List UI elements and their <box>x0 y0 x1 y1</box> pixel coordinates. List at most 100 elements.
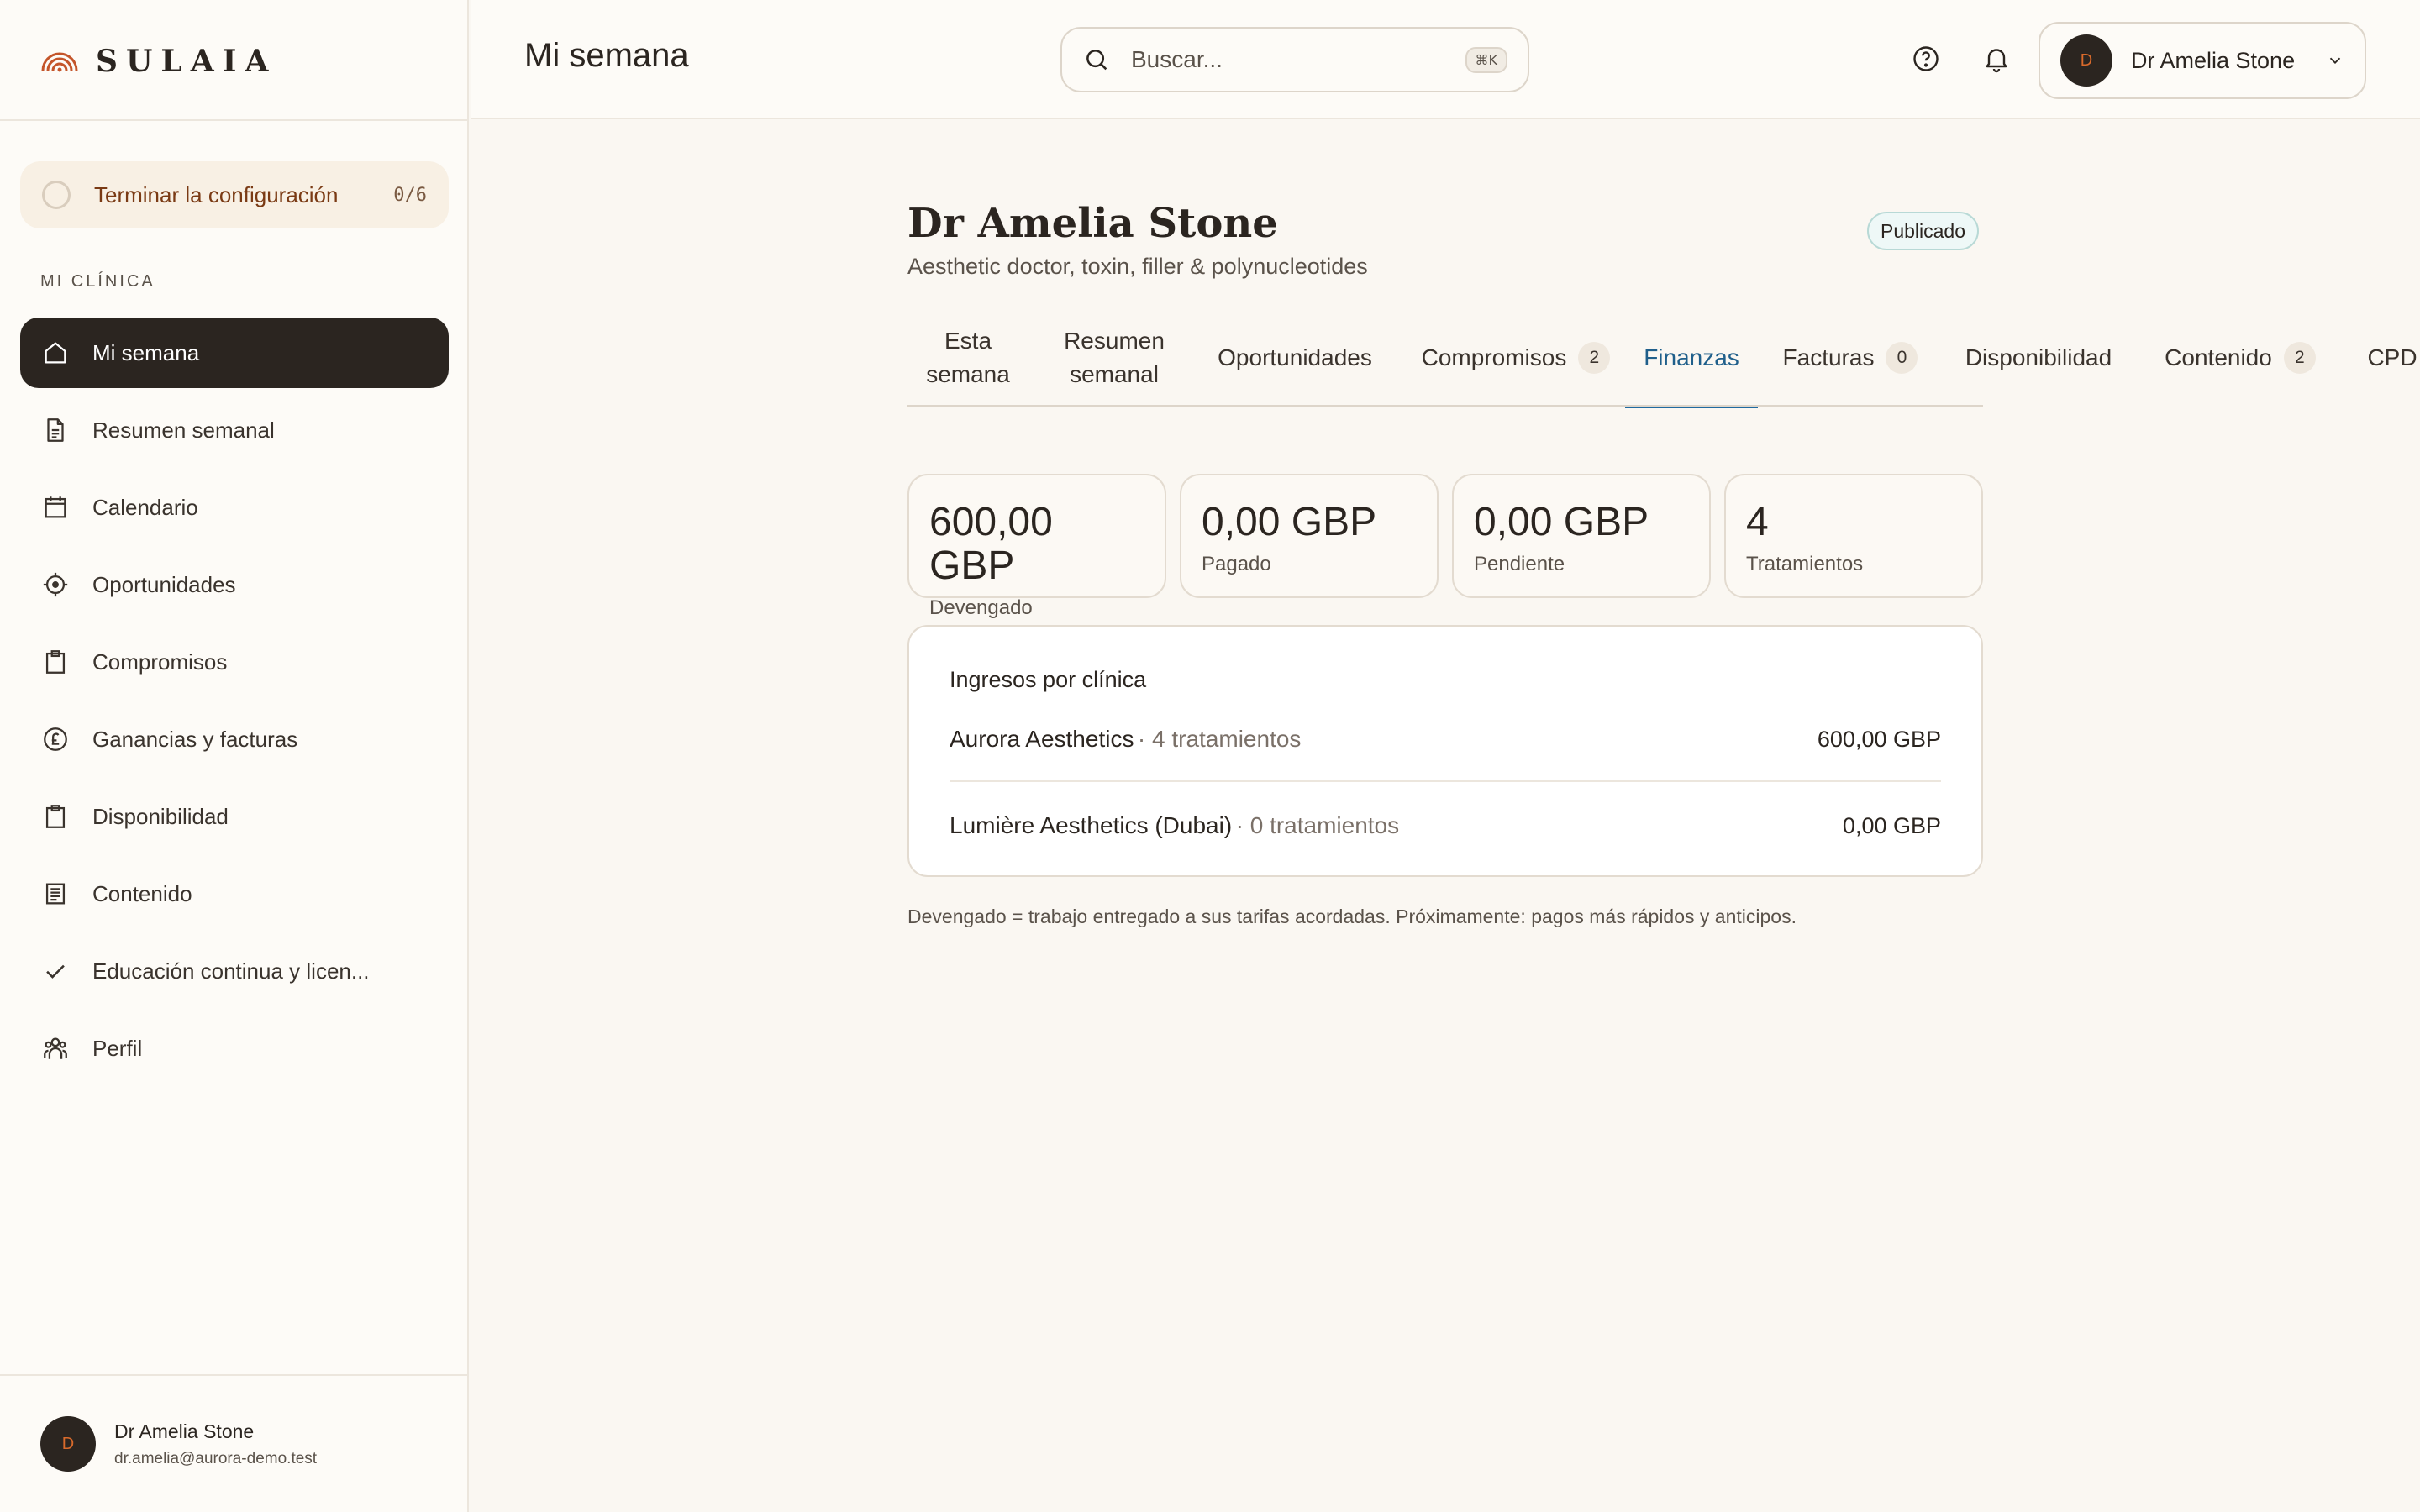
tab-label: Compromisos <box>1421 344 1567 370</box>
tab-label: Oportunidades <box>1218 344 1372 370</box>
clinic-name: Aurora Aesthetics <box>950 726 1134 752</box>
profile-subtitle: Aesthetic doctor, toxin, filler & polynu… <box>908 254 1368 279</box>
tab-compromisos[interactable]: Compromisos 2 <box>1407 309 1625 407</box>
check-icon <box>40 956 71 986</box>
newspaper-icon <box>40 879 71 909</box>
tab-facturas[interactable]: Facturas 0 <box>1763 309 1938 407</box>
sidebar-item-compromisos[interactable]: Compromisos <box>20 627 449 697</box>
stat-card-devengado: 600,00 GBP Devengado <box>908 474 1166 619</box>
pound-icon <box>40 724 71 754</box>
stat-card-pagado: 0,00 GBP Pagado <box>1180 474 1439 598</box>
tab-label: CPD <box>2367 344 2417 370</box>
status-badge: Publicado <box>1867 212 1980 250</box>
tabs-divider <box>908 405 1983 407</box>
calendar-icon <box>40 492 71 522</box>
search-box[interactable]: ⌘K <box>1060 27 1529 92</box>
setup-label: Terminar la configuración <box>94 181 339 207</box>
tab-label: Disponibilidad <box>1965 344 2112 370</box>
sidebar-nav: Mi semana Resumen semanal Calendario Opo… <box>20 318 449 1090</box>
sidebar-item-label: Resumen semanal <box>92 417 275 443</box>
user-menu-button[interactable]: D Dr Amelia Stone <box>2039 22 2366 99</box>
list-item: Lumière Aesthetics (Dubai) · 0 tratamien… <box>950 780 1941 843</box>
stat-label: Pendiente <box>1474 553 1565 575</box>
revenue-by-clinic-card: Ingresos por clínica Aurora Aesthetics ·… <box>908 625 1983 877</box>
tab-contenido[interactable]: Contenido 2 <box>2139 309 2341 407</box>
help-icon[interactable] <box>1909 42 1943 76</box>
tab-finanzas[interactable]: Finanzas <box>1625 309 1758 408</box>
sidebar-user-name: Dr Amelia Stone <box>114 1420 255 1442</box>
clinic-amount: 0,00 GBP <box>1842 812 1941 838</box>
search-input[interactable] <box>1131 46 1465 73</box>
avatar: D <box>2060 34 2112 87</box>
sidebar-item-mi-semana[interactable]: Mi semana <box>20 318 449 388</box>
search-icon <box>1082 45 1111 74</box>
tab-cpd[interactable]: CPD <box>2365 309 2420 407</box>
tab-count-badge: 0 <box>1886 342 1918 374</box>
tab-label: Esta semana <box>926 328 1010 387</box>
setup-progress-button[interactable]: Terminar la configuración 0/6 <box>20 161 449 228</box>
clinic-amount: 600,00 GBP <box>1817 726 1941 752</box>
list-item: Aurora Aesthetics · 4 tratamientos 600,0… <box>950 722 1941 757</box>
chevron-down-icon <box>2326 51 2344 70</box>
page-title: Mi semana <box>524 37 689 74</box>
sidebar-item-label: Ganancias y facturas <box>92 726 298 752</box>
sidebar-item-label: Compromisos <box>92 648 228 675</box>
tab-label: Contenido <box>2165 344 2272 370</box>
sidebar-divider <box>0 119 469 121</box>
tab-count-badge: 2 <box>1578 342 1611 374</box>
setup-count: 0/6 <box>393 184 427 206</box>
stat-value: 4 <box>1746 500 1769 544</box>
stat-value: 600,00 GBP <box>929 500 1053 588</box>
progress-circle-icon <box>42 181 71 209</box>
stat-label: Devengado <box>929 596 1033 619</box>
card-title: Ingresos por clínica <box>950 667 1147 692</box>
sidebar: SULAIA Terminar la configuración 0/6 MI … <box>0 0 469 1512</box>
sidebar-user-email: dr.amelia@aurora-demo.test <box>114 1449 318 1467</box>
sidebar-item-label: Contenido <box>92 880 192 906</box>
tab-label: Facturas <box>1782 344 1875 370</box>
sidebar-item-educacion-continua[interactable]: Educación continua y licen... <box>20 936 449 1006</box>
tab-count-badge: 2 <box>2283 342 2316 374</box>
sidebar-item-label: Perfil <box>92 1035 143 1061</box>
tab-oportunidades[interactable]: Oportunidades <box>1192 309 1398 407</box>
document-icon <box>40 415 71 445</box>
users-icon <box>40 1033 71 1063</box>
sidebar-item-label: Disponibilidad <box>92 803 229 829</box>
tab-label: Resumen semanal <box>1064 328 1165 387</box>
sidebar-item-calendario[interactable]: Calendario <box>20 472 449 543</box>
tab-label: Finanzas <box>1644 344 1739 370</box>
clipboard-icon <box>40 801 71 832</box>
sidebar-item-disponibilidad[interactable]: Disponibilidad <box>20 781 449 852</box>
sidebar-item-ganancias-facturas[interactable]: Ganancias y facturas <box>20 704 449 774</box>
sidebar-user[interactable]: D Dr Amelia Stone dr.amelia@aurora-demo.… <box>40 1416 317 1472</box>
tab-esta-semana[interactable]: Esta semana <box>908 309 1028 407</box>
sidebar-item-label: Calendario <box>92 494 198 520</box>
profile-name: Dr Amelia Stone <box>908 200 1278 247</box>
sidebar-divider <box>0 1374 469 1376</box>
footnote: Devengado = trabajo entregado a sus tari… <box>908 906 1797 927</box>
avatar: D <box>40 1416 96 1472</box>
clipboard-icon <box>40 647 71 677</box>
logo-text: SULAIA <box>96 44 277 79</box>
tab-disponibilidad[interactable]: Disponibilidad <box>1944 309 2133 407</box>
sidebar-item-label: Oportunidades <box>92 571 236 597</box>
bell-icon[interactable] <box>1980 42 2013 76</box>
home-icon <box>40 338 71 368</box>
tab-resumen-semanal[interactable]: Resumen semanal <box>1045 309 1183 407</box>
stat-value: 0,00 GBP <box>1474 500 1649 544</box>
section-label: MI CLÍNICA <box>40 272 155 291</box>
clinic-treatments: · 4 tratamientos <box>1137 726 1302 752</box>
sidebar-item-label: Mi semana <box>92 339 200 365</box>
clinic-treatments: · 0 tratamientos <box>1235 812 1400 838</box>
search-shortcut: ⌘K <box>1465 46 1507 73</box>
stat-card-tratamientos: 4 Tratamientos <box>1724 474 1983 598</box>
stat-label: Tratamientos <box>1746 553 1864 575</box>
sidebar-item-oportunidades[interactable]: Oportunidades <box>20 549 449 620</box>
top-header: Mi semana ⌘K D Dr Amelia Stone <box>471 0 2420 119</box>
stat-card-pendiente: 0,00 GBP Pendiente <box>1452 474 1711 598</box>
logo[interactable]: SULAIA <box>40 44 276 79</box>
user-menu-name: Dr Amelia Stone <box>2131 47 2296 73</box>
sidebar-item-perfil[interactable]: Perfil <box>20 1013 449 1084</box>
sidebar-item-contenido[interactable]: Contenido <box>20 858 449 929</box>
sidebar-item-resumen-semanal[interactable]: Resumen semanal <box>20 395 449 465</box>
